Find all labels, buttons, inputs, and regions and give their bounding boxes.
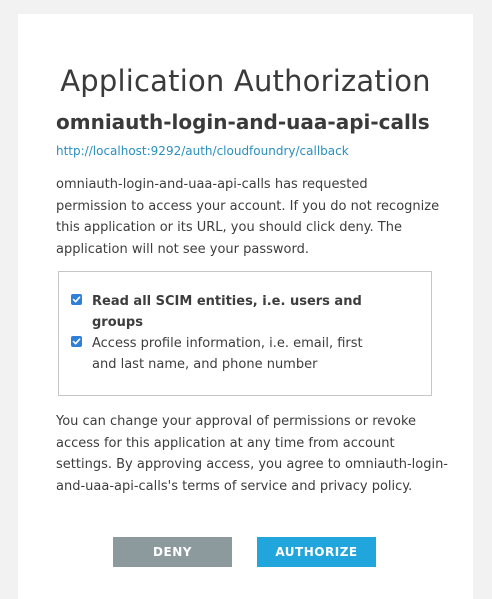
deny-button[interactable]: DENY [113,537,232,567]
scope-list: Read all SCIM entities, i.e. users and g… [58,271,432,396]
client-name: omniauth-login-and-uaa-api-calls [56,110,430,134]
redirect-uri-link[interactable]: http://localhost:9292/auth/cloudfoundry/… [56,144,349,158]
approval-notice: You can change your approval of permissi… [56,414,448,494]
request-description: omniauth-login-and-uaa-api-calls has req… [56,177,440,257]
checkmark-icon [72,338,81,345]
scope-item-profile[interactable]: Access profile information, i.e. email, … [71,333,387,375]
authorization-card: Application Authorization omniauth-login… [18,14,473,599]
scope-item-scim-read[interactable]: Read all SCIM entities, i.e. users and g… [71,291,387,333]
page-title: Application Authorization [60,64,431,98]
scope-checkbox[interactable] [71,294,82,305]
scope-label: Read all SCIM entities, i.e. users and g… [92,294,362,330]
checkmark-icon [72,296,81,303]
scope-label: Access profile information, i.e. email, … [92,336,363,372]
authorize-button[interactable]: AUTHORIZE [257,537,376,567]
scope-checkbox[interactable] [71,336,82,347]
